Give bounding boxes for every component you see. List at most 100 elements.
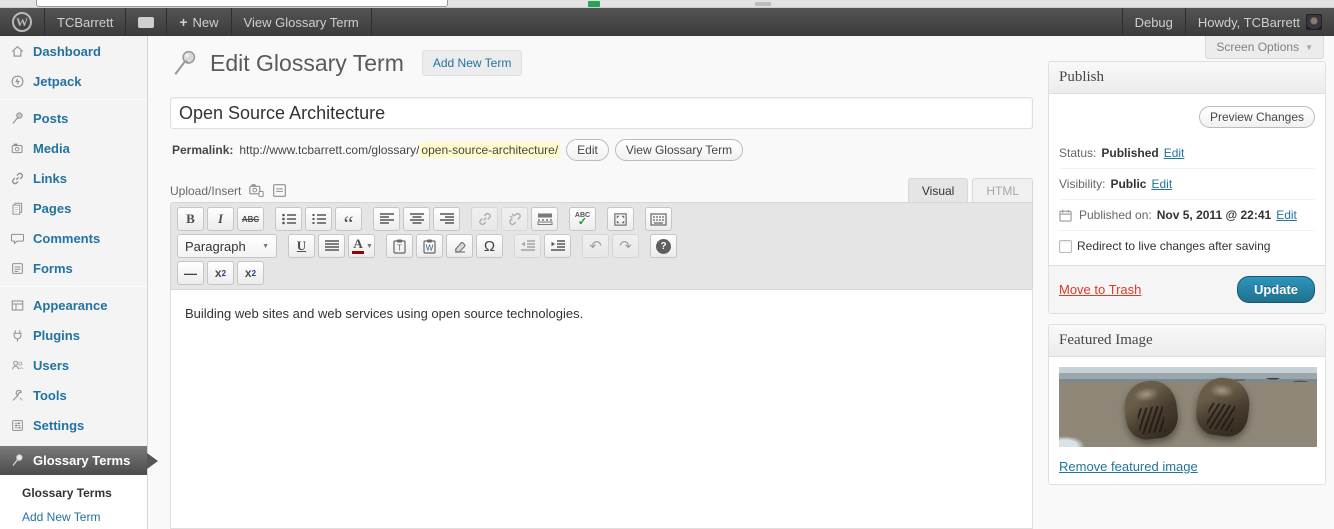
bullet-list-button[interactable] bbox=[275, 207, 302, 231]
redo-button[interactable]: ↷ bbox=[612, 234, 639, 258]
sidebar-label: Settings bbox=[33, 418, 84, 433]
sidebar-item-pages[interactable]: Pages bbox=[0, 193, 147, 223]
numbered-list-button[interactable] bbox=[305, 207, 332, 231]
special-character-button[interactable]: Ω bbox=[476, 234, 503, 258]
indent-button[interactable] bbox=[544, 234, 571, 258]
featured-image-title[interactable]: Featured Image bbox=[1049, 325, 1325, 357]
sidebar-label: Forms bbox=[33, 261, 73, 276]
underline-button[interactable]: U bbox=[288, 234, 315, 258]
sidebar-item-jetpack[interactable]: Jetpack bbox=[0, 66, 147, 96]
permalink-slug[interactable]: open-source-architecture/ bbox=[419, 142, 560, 158]
editor-content-area[interactable]: Building web sites and web services usin… bbox=[170, 289, 1033, 529]
sidebar-item-links[interactable]: Links bbox=[0, 163, 147, 193]
term-description-text: Building web sites and web services usin… bbox=[185, 306, 583, 321]
sidebar-item-comments[interactable]: Comments bbox=[0, 223, 147, 253]
preview-changes-button[interactable]: Preview Changes bbox=[1199, 106, 1315, 128]
preview-row: Preview Changes bbox=[1059, 100, 1315, 138]
view-glossary-term-menu[interactable]: View Glossary Term bbox=[232, 8, 372, 36]
redirect-checkbox[interactable] bbox=[1059, 240, 1072, 253]
sidebar-item-tools[interactable]: Tools bbox=[0, 380, 147, 410]
upload-insert-group: Upload/Insert bbox=[170, 183, 287, 202]
settings-sliders-icon bbox=[10, 418, 25, 433]
subscript-button[interactable]: x2 bbox=[207, 261, 234, 285]
redirect-label: Redirect to live changes after saving bbox=[1077, 239, 1270, 253]
debug-menu[interactable]: Debug bbox=[1122, 8, 1185, 36]
update-button[interactable]: Update bbox=[1237, 276, 1315, 303]
bookmark-fragment bbox=[755, 2, 771, 6]
sidebar-item-settings[interactable]: Settings bbox=[0, 410, 147, 440]
superscript-button[interactable]: x2 bbox=[237, 261, 264, 285]
screen-options-tab[interactable]: Screen Options ▼ bbox=[1205, 36, 1324, 59]
sidebar-label: Pages bbox=[33, 201, 71, 216]
align-right-button[interactable] bbox=[433, 207, 460, 231]
published-on-value: Nov 5, 2011 @ 22:41 bbox=[1157, 208, 1271, 222]
add-new-term-button[interactable]: Add New Term bbox=[422, 50, 522, 76]
remove-link-button[interactable] bbox=[501, 207, 528, 231]
publish-box-title[interactable]: Publish bbox=[1049, 62, 1325, 94]
strikethrough-button[interactable]: ABC bbox=[237, 207, 264, 231]
glossary-submenu: Glossary Terms Add New Term bbox=[0, 475, 147, 529]
letter-x: x bbox=[245, 266, 252, 280]
sidebar-item-posts[interactable]: Posts bbox=[0, 103, 147, 133]
submenu-add-new-term[interactable]: Add New Term bbox=[0, 505, 147, 529]
published-on-label: Published on: bbox=[1079, 208, 1152, 222]
paste-as-text-button[interactable]: T bbox=[386, 234, 413, 258]
submenu-glossary-terms[interactable]: Glossary Terms bbox=[0, 481, 147, 505]
sidebar-item-appearance[interactable]: Appearance bbox=[0, 290, 147, 320]
tab-visual[interactable]: Visual bbox=[908, 178, 968, 202]
more-tag-button[interactable] bbox=[531, 207, 558, 231]
sidebar-item-glossary-terms-current[interactable]: Glossary Terms bbox=[0, 446, 147, 475]
outdent-button[interactable] bbox=[514, 234, 541, 258]
sidebar-item-forms[interactable]: Forms bbox=[0, 253, 147, 283]
paste-from-word-button[interactable]: W bbox=[416, 234, 443, 258]
paragraph-format-select[interactable]: Paragraph ▼ bbox=[177, 234, 277, 258]
permalink-label: Permalink: bbox=[172, 143, 233, 157]
remove-featured-image-link[interactable]: Remove featured image bbox=[1059, 459, 1198, 474]
sidebar-label: Posts bbox=[33, 111, 68, 126]
kitchen-sink-button[interactable] bbox=[645, 207, 672, 231]
sidebar-item-plugins[interactable]: Plugins bbox=[0, 320, 147, 350]
view-glossary-term-button[interactable]: View Glossary Term bbox=[615, 139, 743, 161]
help-button[interactable]: ? bbox=[650, 234, 677, 258]
site-name-menu[interactable]: TCBarrett bbox=[45, 8, 126, 36]
add-form-icon[interactable] bbox=[272, 183, 287, 198]
wordpress-logo-menu[interactable]: W bbox=[0, 8, 45, 36]
term-title-input[interactable] bbox=[170, 97, 1033, 129]
sidebar-label: Appearance bbox=[33, 298, 107, 313]
add-media-icon[interactable] bbox=[248, 183, 265, 198]
justify-button[interactable] bbox=[318, 234, 345, 258]
move-to-trash-link[interactable]: Move to Trash bbox=[1059, 282, 1141, 297]
bold-button[interactable]: B bbox=[177, 207, 204, 231]
insert-link-button[interactable] bbox=[471, 207, 498, 231]
align-left-button[interactable] bbox=[373, 207, 400, 231]
publish-box-body: Preview Changes Status: Published Edit V… bbox=[1049, 94, 1325, 261]
spellcheck-glyph: ABC ✓ bbox=[575, 212, 590, 226]
new-content-menu[interactable]: + New bbox=[167, 8, 231, 36]
blockquote-button[interactable]: “ bbox=[335, 207, 362, 231]
account-menu[interactable]: Howdy, TCBarrett bbox=[1185, 8, 1334, 36]
horizontal-rule-button[interactable]: — bbox=[177, 261, 204, 285]
undo-button[interactable]: ↶ bbox=[582, 234, 609, 258]
remove-formatting-button[interactable] bbox=[446, 234, 473, 258]
permalink-edit-button[interactable]: Edit bbox=[566, 139, 609, 161]
italic-button[interactable]: I bbox=[207, 207, 234, 231]
sidebar-label: Users bbox=[33, 358, 69, 373]
edit-visibility-link[interactable]: Edit bbox=[1151, 177, 1172, 191]
tab-html[interactable]: HTML bbox=[972, 178, 1033, 202]
green-check-icon: ✓ bbox=[578, 219, 587, 226]
edit-published-link[interactable]: Edit bbox=[1276, 208, 1297, 222]
text-color-button[interactable]: A ▼ bbox=[348, 234, 375, 258]
align-center-button[interactable] bbox=[403, 207, 430, 231]
spellcheck-button[interactable]: ABC ✓ bbox=[569, 207, 596, 231]
fullscreen-button[interactable] bbox=[607, 207, 634, 231]
editor-mode-tabs: Visual HTML bbox=[904, 178, 1033, 202]
sidebar-item-dashboard[interactable]: Dashboard bbox=[0, 36, 147, 66]
sidebar-label: Links bbox=[33, 171, 67, 186]
featured-image-thumbnail[interactable] bbox=[1059, 367, 1317, 447]
wordpress-logo-icon: W bbox=[12, 12, 32, 32]
edit-status-link[interactable]: Edit bbox=[1164, 146, 1185, 160]
sidebar-item-media[interactable]: Media bbox=[0, 133, 147, 163]
admin-sidebar: Dashboard Jetpack Posts Media Links Page… bbox=[0, 36, 148, 529]
comments-menu[interactable] bbox=[126, 8, 167, 36]
sidebar-item-users[interactable]: Users bbox=[0, 350, 147, 380]
